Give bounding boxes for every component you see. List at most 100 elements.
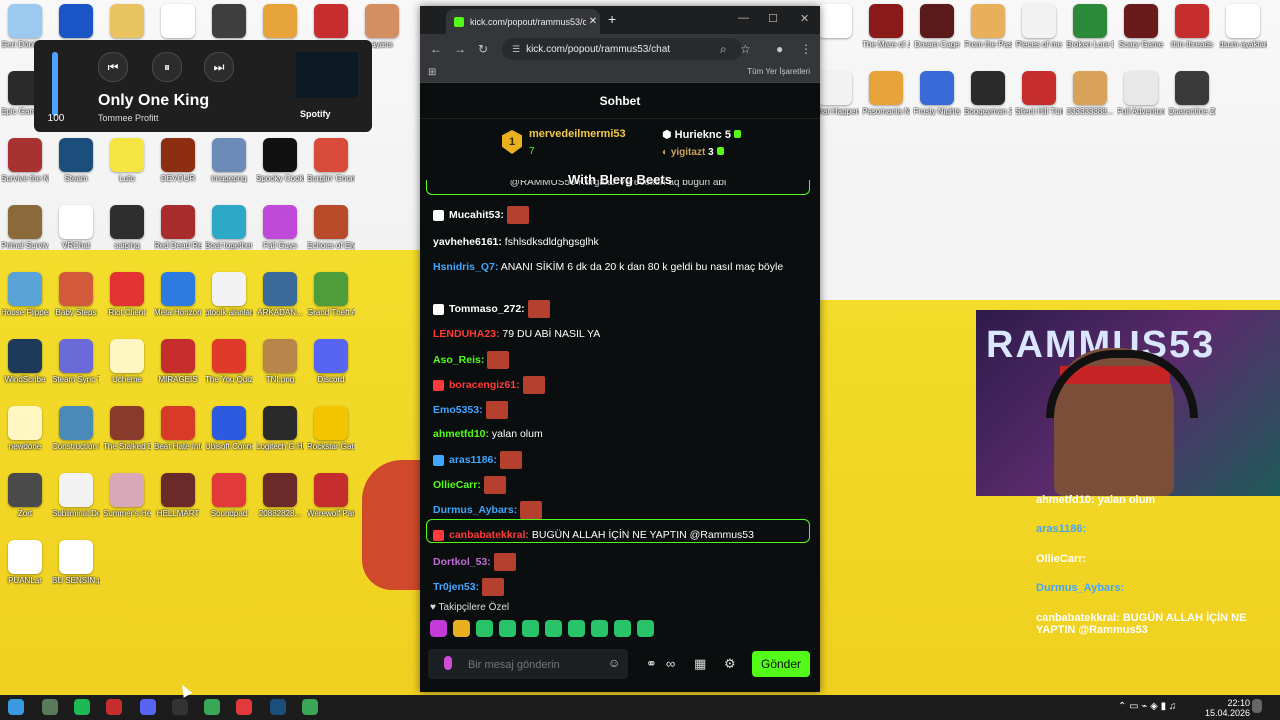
desktop-app-icon[interactable]: Burglin' Gnom... [307,138,355,183]
reload-icon[interactable]: ↻ [478,42,488,56]
bookmark-star-icon[interactable]: ☆ [740,42,751,56]
desktop-app-icon[interactable]: ARKADAN... [256,272,304,317]
clock[interactable]: 22:10 15.04.2026 [1205,698,1250,718]
quick-emote-icon[interactable] [637,620,654,637]
chat-username[interactable]: yavhehe6161: [433,236,502,248]
desktop-app-icon[interactable]: Steam Sync Tracker [52,339,100,384]
spotify-icon[interactable] [74,699,90,715]
chat-username[interactable]: Tommaso_272: [449,303,525,315]
previous-track-button[interactable]: ⏮ [98,52,128,82]
all-bookmarks[interactable]: Tüm Yer İşaretleri [747,67,810,76]
desktop-app-icon[interactable]: newdone [1,406,49,451]
infinity-icon[interactable]: ∞ [666,656,675,671]
steam-taskbar-icon[interactable] [270,699,286,715]
desktop-app-icon[interactable]: HELLMART [154,473,202,518]
chat-username[interactable]: aras1186: [449,454,497,466]
desktop-app-icon[interactable]: Primal Surviv... [1,205,49,250]
chat-username[interactable]: LENDUHA23: [433,328,500,340]
quick-emote-icon[interactable] [614,620,631,637]
desktop-app-icon[interactable]: saiping [103,205,151,250]
start-icon[interactable] [8,699,24,715]
desktop-app-icon[interactable]: DEVOUR [154,138,202,183]
desktop-app-icon[interactable]: Riot Client [103,272,151,317]
desktop-app-icon[interactable]: Beat Hate Interacti... [154,406,202,451]
desktop-app-icon[interactable] [256,4,304,40]
chat-username[interactable]: Mucahit53: [449,209,504,221]
forward-icon[interactable]: → [454,42,466,56]
desktop-app-icon[interactable]: Discord [307,339,355,384]
desktop-app-icon[interactable]: Zort [1,473,49,518]
desktop-app-icon[interactable]: Red Dead Redempti... [154,205,202,250]
quick-emote-icon[interactable] [591,620,608,637]
url-field[interactable]: ☰ kick.com/popout/rammus53/chat [502,38,742,60]
taskbar-app-icon[interactable] [172,699,188,715]
desktop-app-icon[interactable]: ptoolk alanlardol [205,272,253,317]
discord-taskbar-icon[interactable] [140,699,156,715]
desktop-app-icon[interactable]: Werewolf Party [307,473,355,518]
taskbar-app-icon[interactable] [302,699,318,715]
desktop-app-icon[interactable]: The You Quiz [205,339,253,384]
desktop-app-icon[interactable]: Survive the Nights [1,138,49,183]
desktop-app-icon[interactable] [307,4,355,40]
chat-username[interactable]: Emo5353: [433,404,483,416]
chat-message-input[interactable] [466,655,600,675]
browser-tab[interactable]: kick.com/popout/rammus53/ch ✕ [446,9,600,34]
quick-emote-icon[interactable] [430,620,447,637]
desktop-app-icon[interactable]: Construction Simulator [52,406,100,451]
chat-username[interactable]: Durmus_Aybars: [433,504,517,516]
desktop-app-icon[interactable]: Silent Hill Türkçe Yam... [1015,71,1063,116]
desktop-app-icon[interactable]: Ucheme [103,339,151,384]
system-tray-icons[interactable]: ⌃ ▭ ⌁ ◈ ▮ ♫ [1118,701,1176,712]
desktop-app-icon[interactable]: Fall Guys [256,205,304,250]
chat-username[interactable]: boracengiz61: [449,379,520,391]
desktop-app-icon[interactable]: 333333388... [1066,71,1114,116]
desktop-app-icon[interactable]: Subliminal Demo [52,473,100,518]
taskbar-app-icon[interactable] [106,699,122,715]
desktop-app-icon[interactable]: Soundpad [205,473,253,518]
zoom-icon[interactable]: ⌕ [720,42,727,57]
quick-emote-icon[interactable] [476,620,493,637]
chrome-taskbar-icon[interactable] [204,699,220,715]
minimize-icon[interactable]: — [738,12,749,24]
apps-grid-icon[interactable]: ⊞ [428,67,436,78]
desktop-app-icon[interactable] [205,4,253,40]
quick-emote-icon[interactable] [453,620,470,637]
desktop-app-icon[interactable]: 20882828... [256,473,304,518]
chat-username[interactable]: OllieCarr: [433,479,481,491]
back-icon[interactable]: ← [430,42,442,56]
youtube-taskbar-icon[interactable] [236,699,252,715]
quick-emote-icon[interactable] [522,620,539,637]
desktop-app-icon[interactable]: Steam [52,138,100,183]
desktop-app-icon[interactable]: From the Past [964,4,1012,49]
desktop-app-icon[interactable]: VRChat [52,205,100,250]
desktop-app-icon[interactable] [154,4,202,40]
maximize-icon[interactable]: ☐ [768,12,778,25]
quick-emote-icon[interactable] [568,620,585,637]
desktop-app-icon[interactable]: Broken Lore DON'T W... [1066,4,1114,49]
desktop-app-icon[interactable]: Grand Theft Auto V L... [307,272,355,317]
desktop-app-icon[interactable]: WindScribe [1,339,49,384]
emoji-picker-icon[interactable]: ☺ [608,656,620,670]
desktop-app-icon[interactable]: Quarantine Zone The... [1168,71,1216,116]
desktop-app-icon[interactable]: Frosty Nights [913,71,961,116]
chat-username[interactable]: canbabatekkral: [449,529,529,541]
chat-username[interactable]: ahmetfd10: [433,428,489,440]
chat-username[interactable]: Dortkol_53: [433,556,491,568]
next-track-button[interactable]: ⏭ [204,52,234,82]
desktop-app-icon[interactable]: PUANLar [1,540,49,585]
desktop-app-icon[interactable]: Full Adventure [1117,71,1165,116]
microphone-icon[interactable] [444,656,452,670]
close-window-icon[interactable]: ✕ [800,12,809,25]
desktop-app-icon[interactable]: Baby Steps [52,272,100,317]
site-info-icon[interactable]: ☰ [512,44,520,55]
notification-icon[interactable] [1252,699,1262,713]
leader-second[interactable]: ⬢ Hurieknc 5 [662,128,741,141]
desktop-app-icon[interactable]: House Flipper [1,272,49,317]
volume-bar[interactable] [52,52,58,116]
desktop-app-icon[interactable]: imagepng [205,138,253,183]
desktop-app-icon[interactable]: BU SENSİN.png [52,540,100,585]
desktop-app-icon[interactable]: thin threads [1168,4,1216,49]
desktop-app-icon[interactable]: Ubisoft Connect [205,406,253,451]
new-tab-button[interactable]: + [608,11,616,27]
settings-gear-icon[interactable]: ⚙ [724,656,736,672]
